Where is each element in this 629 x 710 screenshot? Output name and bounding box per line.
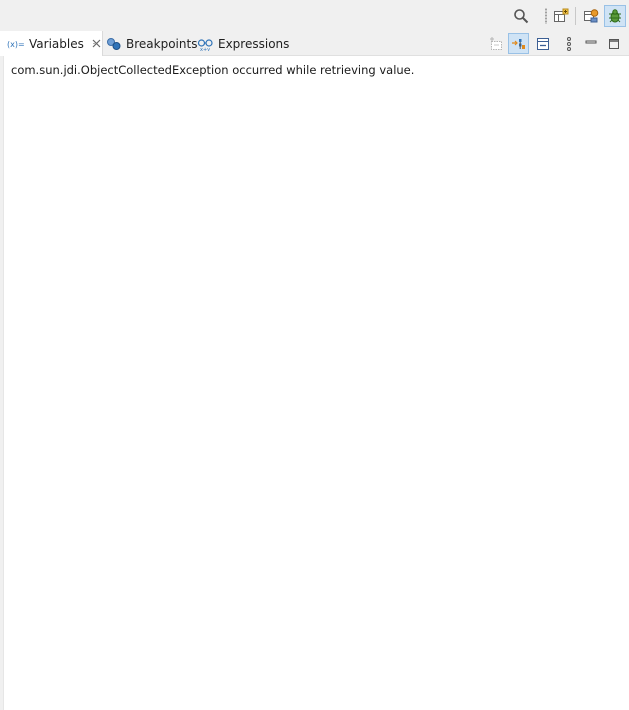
tab-variables-label: Variables [29,36,84,51]
toolbar-separator [575,7,576,25]
debug-perspective-icon[interactable] [604,5,626,27]
maximize-icon[interactable] [603,33,624,54]
search-icon[interactable] [510,5,532,27]
view-menu-icon[interactable] [558,33,579,54]
svg-text:x+y: x+y [200,47,210,51]
tab-breakpoints[interactable]: Breakpoints [106,31,197,56]
close-icon[interactable] [91,38,102,49]
collapse-all-icon[interactable] [485,33,506,54]
minimize-icon[interactable] [580,33,601,54]
toolbar-grip[interactable] [545,8,547,24]
tab-variables[interactable]: (x)= Variables [0,31,103,56]
view-toolbar [484,31,629,56]
show-type-names-icon[interactable] [508,33,529,54]
error-message: com.sun.jdi.ObjectCollectedException occ… [11,63,415,77]
eclipse-debug-window: (x)= Variables Breakpoints x+y Expressio… [0,0,629,710]
variables-view-content[interactable]: com.sun.jdi.ObjectCollectedException occ… [3,56,629,710]
collapse-icon[interactable] [532,33,553,54]
java-perspective-icon[interactable] [580,5,602,27]
main-toolbar [0,0,629,31]
tab-expressions-label: Expressions [218,36,290,51]
tab-expressions[interactable]: x+y Expressions [197,31,289,56]
breakpoints-icon [106,37,122,51]
svg-text:(x)=: (x)= [7,40,25,49]
expressions-icon: x+y [197,37,214,51]
tab-breakpoints-label: Breakpoints [126,36,198,51]
debug-view-tabbar: (x)= Variables Breakpoints x+y Expressio… [0,31,629,56]
variables-icon: (x)= [7,38,25,50]
open-perspective-icon[interactable] [550,5,572,27]
